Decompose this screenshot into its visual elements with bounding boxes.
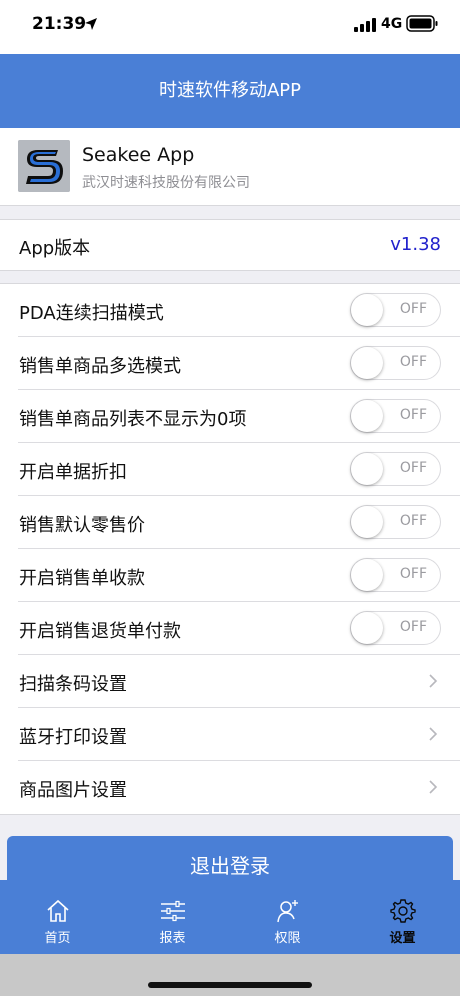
user-add-icon bbox=[277, 900, 298, 923]
setting-order-discount: 开启单据折扣 OFF bbox=[0, 443, 460, 496]
status-time: 21:39 bbox=[32, 14, 87, 34]
home-indicator[interactable] bbox=[148, 982, 312, 988]
version-row: App版本 v1.38 bbox=[0, 219, 460, 271]
cellular-signal-icon bbox=[354, 18, 376, 32]
home-indicator-area bbox=[0, 954, 460, 996]
toggle-state: OFF bbox=[399, 513, 427, 529]
version-value: v1.38 bbox=[390, 234, 441, 255]
order-discount-toggle[interactable]: OFF bbox=[350, 452, 441, 486]
pda-scan-mode-toggle[interactable]: OFF bbox=[350, 293, 441, 327]
location-arrow-icon bbox=[85, 18, 97, 30]
setting-label: 销售单商品多选模式 bbox=[19, 356, 181, 377]
setting-label: 蓝牙打印设置 bbox=[19, 727, 127, 748]
toggle-knob bbox=[351, 453, 383, 485]
setting-label: 开启销售退货单付款 bbox=[19, 621, 181, 642]
chevron-right-icon bbox=[429, 674, 438, 688]
page-title: 时速软件移动APP bbox=[158, 80, 302, 101]
toggle-knob bbox=[351, 294, 383, 326]
tab-permissions[interactable]: 权限 bbox=[230, 880, 345, 954]
logout-label: 退出登录 bbox=[190, 854, 270, 878]
setting-label: 开启单据折扣 bbox=[19, 462, 127, 483]
setting-label: 销售默认零售价 bbox=[19, 515, 145, 536]
sales-collection-toggle[interactable]: OFF bbox=[350, 558, 441, 592]
toggle-state: OFF bbox=[399, 354, 427, 370]
setting-barcode-scan[interactable]: 扫描条码设置 bbox=[0, 655, 460, 708]
sliders-icon bbox=[161, 900, 185, 922]
app-info-card: Seakee App 武汉时速科技股份有限公司 bbox=[0, 128, 460, 206]
setting-label: 商品图片设置 bbox=[19, 780, 127, 801]
setting-default-retail-price: 销售默认零售价 OFF bbox=[0, 496, 460, 549]
toggle-state: OFF bbox=[399, 566, 427, 582]
setting-label: 销售单商品列表不显示为0项 bbox=[19, 409, 247, 430]
app-company: 武汉时速科技股份有限公司 bbox=[82, 175, 250, 191]
setting-label: PDA连续扫描模式 bbox=[19, 303, 164, 324]
app-logo bbox=[18, 140, 70, 192]
default-retail-price-toggle[interactable]: OFF bbox=[350, 505, 441, 539]
toggle-knob bbox=[351, 400, 383, 432]
return-payment-toggle[interactable]: OFF bbox=[350, 611, 441, 645]
tab-label: 权限 bbox=[274, 931, 301, 946]
tab-home[interactable]: 首页 bbox=[0, 880, 115, 954]
toggle-knob bbox=[351, 506, 383, 538]
status-bar: 21:39 4G bbox=[0, 0, 460, 54]
gear-icon bbox=[390, 899, 416, 923]
tab-settings[interactable]: 设置 bbox=[345, 880, 460, 954]
nav-bar: 时速软件移动APP bbox=[0, 54, 460, 128]
network-type: 4G bbox=[381, 16, 403, 32]
setting-multi-select-mode: 销售单商品多选模式 OFF bbox=[0, 337, 460, 390]
toggle-state: OFF bbox=[399, 301, 427, 317]
toggle-state: OFF bbox=[399, 460, 427, 476]
toggle-knob bbox=[351, 559, 383, 591]
setting-label: 扫描条码设置 bbox=[19, 674, 127, 695]
chevron-right-icon bbox=[429, 780, 438, 794]
app-name: Seakee App bbox=[82, 144, 195, 166]
setting-label: 开启销售单收款 bbox=[19, 568, 145, 589]
setting-bluetooth-print[interactable]: 蓝牙打印设置 bbox=[0, 708, 460, 761]
toggle-state: OFF bbox=[399, 619, 427, 635]
battery-icon bbox=[406, 15, 438, 32]
settings-list: PDA连续扫描模式 OFF 销售单商品多选模式 OFF 销售单商品列表不显示为0… bbox=[0, 283, 460, 815]
home-icon bbox=[47, 899, 69, 922]
setting-return-payment: 开启销售退货单付款 OFF bbox=[0, 602, 460, 655]
version-label: App版本 bbox=[19, 238, 91, 259]
hide-zero-items-toggle[interactable]: OFF bbox=[350, 399, 441, 433]
toggle-state: OFF bbox=[399, 407, 427, 423]
seakee-logo-icon bbox=[18, 140, 70, 192]
chevron-right-icon bbox=[429, 727, 438, 741]
setting-pda-scan-mode: PDA连续扫描模式 OFF bbox=[0, 284, 460, 337]
setting-sales-collection: 开启销售单收款 OFF bbox=[0, 549, 460, 602]
setting-hide-zero-items: 销售单商品列表不显示为0项 OFF bbox=[0, 390, 460, 443]
tab-label: 首页 bbox=[44, 931, 71, 946]
setting-product-image[interactable]: 商品图片设置 bbox=[0, 761, 460, 814]
multi-select-mode-toggle[interactable]: OFF bbox=[350, 346, 441, 380]
tab-bar: 首页 报表 权限 设置 bbox=[0, 880, 460, 954]
tab-label: 报表 bbox=[159, 931, 186, 946]
tab-label: 设置 bbox=[389, 931, 416, 946]
tab-reports[interactable]: 报表 bbox=[115, 880, 230, 954]
toggle-knob bbox=[351, 612, 383, 644]
toggle-knob bbox=[351, 347, 383, 379]
